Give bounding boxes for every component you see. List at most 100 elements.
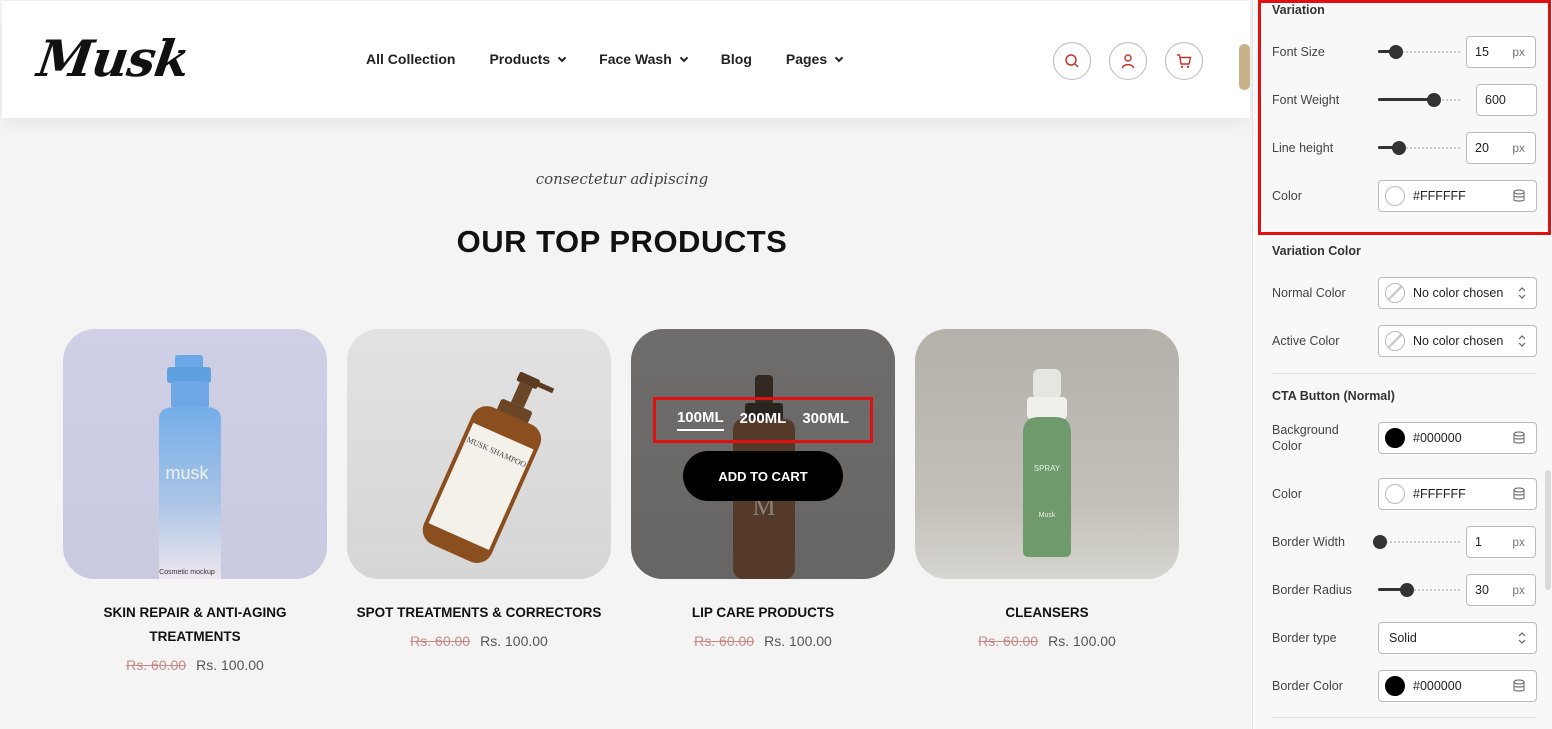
font-weight-input[interactable]: 600: [1476, 84, 1537, 116]
variation-color-label: Color: [1272, 189, 1302, 203]
add-to-cart-button[interactable]: ADD TO CART: [683, 451, 843, 501]
cta-text-color-picker[interactable]: #FFFFFF: [1378, 478, 1537, 510]
product-title[interactable]: CLEANSERS: [915, 601, 1179, 625]
app-root: Musk All Collection Products Face Wash B…: [0, 0, 1552, 729]
product-price: Rs. 60.00 Rs. 100.00: [631, 633, 895, 649]
storefront-preview: Musk All Collection Products Face Wash B…: [0, 0, 1252, 729]
database-icon[interactable]: [1512, 189, 1526, 203]
border-width-value: 1: [1475, 535, 1482, 549]
product-card-hovered[interactable]: M 100ML 200ML 300ML ADD TO CART LIP CARE…: [631, 329, 895, 649]
line-height-input[interactable]: 20 px: [1466, 132, 1536, 164]
product-card[interactable]: musk Cosmetic mockup SKIN REPAIR & ANTI-…: [63, 329, 327, 673]
font-size-input[interactable]: 15 px: [1466, 36, 1536, 68]
cta-background-color-picker[interactable]: #000000: [1378, 422, 1537, 454]
product-image[interactable]: M 100ML 200ML 300ML ADD TO CART: [631, 329, 895, 579]
section-title-variation-color: Variation Color: [1272, 244, 1361, 258]
border-type-select[interactable]: Solid: [1378, 622, 1537, 654]
font-weight-slider[interactable]: [1378, 93, 1460, 107]
nav-item-label: Blog: [720, 51, 752, 67]
active-color-picker[interactable]: No color chosen: [1378, 325, 1537, 357]
product-image[interactable]: SPRAY Musk: [915, 329, 1179, 579]
section-title-variation: Variation: [1272, 3, 1325, 17]
nav-item-label: Products: [489, 51, 551, 67]
sale-price: Rs. 100.00: [1048, 633, 1116, 649]
line-height-slider[interactable]: [1378, 141, 1460, 155]
cart-icon: [1177, 54, 1192, 68]
old-price: Rs. 60.00: [978, 633, 1039, 649]
user-icon: [1121, 54, 1135, 69]
font-size-slider[interactable]: [1378, 45, 1460, 59]
nav-item-all-collection[interactable]: All Collection: [366, 51, 455, 67]
nav-item-label: Face Wash: [599, 51, 672, 67]
site-logo[interactable]: Musk: [34, 29, 193, 88]
color-swatch: [1385, 428, 1405, 448]
search-button[interactable]: [1053, 42, 1091, 80]
product-title[interactable]: SKIN REPAIR & ANTI-AGING TREATMENTS: [63, 601, 327, 649]
color-swatch: [1385, 676, 1405, 696]
product-title[interactable]: LIP CARE PRODUCTS: [631, 601, 895, 625]
database-icon[interactable]: [1512, 431, 1526, 445]
sale-price: Rs. 100.00: [764, 633, 832, 649]
variation-option-300ml[interactable]: 300ML: [802, 410, 849, 430]
border-width-unit: px: [1512, 535, 1525, 549]
nav-item-products[interactable]: Products: [489, 51, 567, 67]
border-width-slider[interactable]: [1372, 535, 1460, 549]
chevron-down-icon: [557, 53, 567, 62]
color-value: #FFFFFF: [1413, 189, 1466, 203]
font-size-unit: px: [1512, 45, 1525, 59]
border-radius-value: 30: [1475, 583, 1489, 597]
panel-scrollbar[interactable]: [1545, 470, 1551, 590]
divider: [1272, 717, 1537, 718]
product-price: Rs. 60.00 Rs. 100.00: [915, 633, 1179, 649]
empty-swatch: [1385, 283, 1405, 303]
old-price: Rs. 60.00: [126, 657, 187, 673]
nav-item-blog[interactable]: Blog: [721, 51, 752, 67]
color-swatch: [1385, 484, 1405, 504]
border-radius-slider[interactable]: [1378, 583, 1460, 597]
account-button[interactable]: [1109, 42, 1147, 80]
variation-option-200ml[interactable]: 200ML: [740, 410, 787, 430]
section-title-cta: CTA Button (Normal): [1272, 389, 1395, 403]
product-image[interactable]: musk Cosmetic mockup: [63, 329, 327, 579]
empty-swatch: [1385, 331, 1405, 351]
border-color-picker[interactable]: #000000: [1378, 670, 1537, 702]
font-weight-value: 600: [1485, 93, 1506, 107]
preview-scrollbar[interactable]: [1239, 44, 1250, 90]
svg-text:Musk: Musk: [1039, 512, 1056, 519]
variation-color-picker[interactable]: #FFFFFF: [1378, 180, 1537, 212]
product-price: Rs. 60.00 Rs. 100.00: [347, 633, 611, 649]
database-icon[interactable]: [1512, 679, 1526, 693]
color-swatch: [1385, 186, 1405, 206]
database-icon[interactable]: [1512, 487, 1526, 501]
background-color-label: Background Color: [1272, 423, 1339, 453]
variation-option-100ml[interactable]: 100ML: [676, 409, 724, 431]
font-size-value: 15: [1475, 45, 1489, 59]
color-value: No color chosen: [1413, 286, 1504, 300]
product-price: Rs. 60.00 Rs. 100.00: [63, 657, 327, 673]
nav-item-pages[interactable]: Pages: [786, 51, 844, 67]
cart-button[interactable]: [1165, 42, 1203, 80]
product-card[interactable]: SPRAY Musk CLEANSERS Rs. 60.00 Rs. 100.00: [915, 329, 1179, 649]
sale-price: Rs. 100.00: [480, 633, 548, 649]
border-width-input[interactable]: 1 px: [1466, 526, 1536, 558]
product-card[interactable]: MUSK SHAMPOO SPOT TREATMENTS & CORRECTOR…: [347, 329, 611, 649]
updown-icon: [1518, 335, 1526, 347]
section-heading: OUR TOP PRODUCTS: [456, 224, 788, 259]
updown-icon: [1518, 287, 1526, 299]
product-title[interactable]: SPOT TREATMENTS & CORRECTORS: [347, 601, 611, 625]
product-image[interactable]: MUSK SHAMPOO: [347, 329, 611, 579]
border-radius-unit: px: [1512, 583, 1525, 597]
nav-item-face-wash[interactable]: Face Wash: [599, 51, 689, 67]
border-radius-label: Border Radius: [1272, 583, 1352, 597]
sale-price: Rs. 100.00: [196, 657, 264, 673]
font-weight-label: Font Weight: [1272, 93, 1340, 107]
color-value: #000000: [1413, 679, 1462, 693]
chevron-down-icon: [834, 53, 844, 62]
border-radius-input[interactable]: 30 px: [1466, 574, 1536, 606]
nav-item-label: All Collection: [366, 51, 456, 67]
settings-panel: Variation Font Size 15 px Font Weight 600…: [1252, 0, 1552, 729]
line-height-value: 20: [1475, 141, 1489, 155]
old-price: Rs. 60.00: [694, 633, 755, 649]
color-value: #FFFFFF: [1413, 487, 1466, 501]
normal-color-picker[interactable]: No color chosen: [1378, 277, 1537, 309]
